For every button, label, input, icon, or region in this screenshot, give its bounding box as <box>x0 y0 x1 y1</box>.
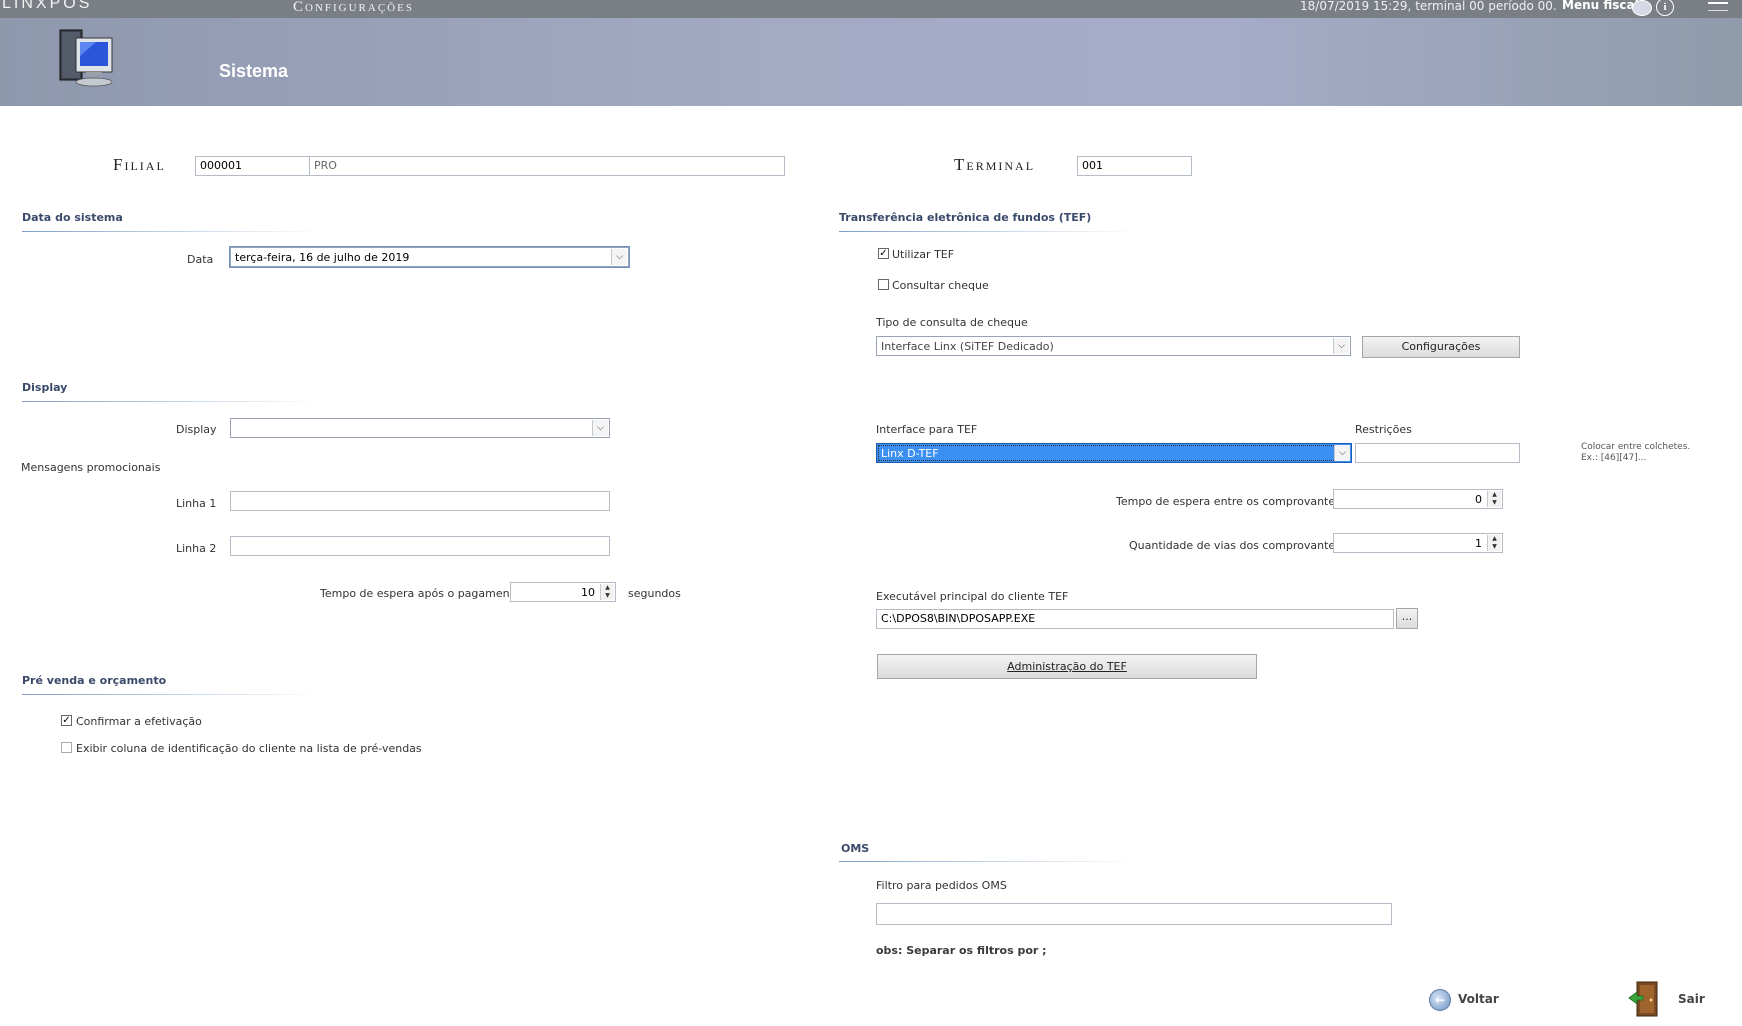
spin-up-icon[interactable]: ▲ <box>1488 491 1501 499</box>
section-display: Display <box>22 381 68 394</box>
vias-comprovantes-value: 1 <box>1475 537 1482 550</box>
section-divider <box>22 694 322 695</box>
back-arrow-icon[interactable]: ← <box>1429 989 1451 1011</box>
restricoes-label: Restrições <box>1355 423 1412 436</box>
filial-label: Filial <box>113 155 166 174</box>
filial-name-field[interactable]: PRO <box>309 156 785 176</box>
section-divider <box>22 401 322 402</box>
interface-tef-select[interactable]: Linx D-TEF ⌵ <box>876 443 1352 463</box>
data-datepicker[interactable]: terça-feira, 16 de julho de 2019 ⌵ <box>229 246 630 268</box>
mensagens-label: Mensagens promocionais <box>21 461 161 474</box>
configuracoes-button[interactable]: Configurações <box>1362 336 1520 358</box>
terminal-field[interactable]: 001 <box>1077 156 1192 176</box>
linha1-label: Linha 1 <box>176 497 217 510</box>
computer-icon <box>59 29 113 87</box>
filtro-oms-label: Filtro para pedidos OMS <box>876 879 1007 892</box>
administracao-tef-button[interactable]: Administração do TEF <box>877 654 1257 679</box>
top-bar: LINXPOS Configurações 18/07/2019 15:29, … <box>0 0 1742 18</box>
tipo-consulta-label: Tipo de consulta de cheque <box>876 316 1028 329</box>
oms-obs-text: obs: Separar os filtros por ; <box>876 944 1047 957</box>
terminal-label: Terminal <box>954 155 1036 174</box>
tempo-pagamento-stepper[interactable]: 10 ▲ ▼ <box>510 582 616 602</box>
chevron-down-icon[interactable]: ⌵ <box>611 249 627 265</box>
restricoes-hint-2: Ex.: [46][47]... <box>1581 453 1647 463</box>
browse-button[interactable]: ... <box>1396 608 1418 629</box>
spin-down-icon[interactable]: ▼ <box>601 592 614 600</box>
tempo-pagamento-value: 10 <box>581 586 595 599</box>
section-divider <box>839 861 1139 862</box>
spin-down-icon[interactable]: ▼ <box>1488 543 1501 551</box>
app-logo: LINXPOS <box>2 0 93 12</box>
display-select[interactable]: ⌵ <box>230 418 610 438</box>
exibir-coluna-checkbox[interactable] <box>61 742 72 753</box>
espera-comprovantes-label: Tempo de espera entre os comprovantes <box>1116 495 1341 508</box>
section-divider <box>839 231 1139 232</box>
spinner-buttons[interactable]: ▲ ▼ <box>1487 535 1501 551</box>
espera-comprovantes-value: 0 <box>1475 493 1482 506</box>
executavel-input[interactable]: C:\DPOS8\BIN\DPOSAPP.EXE <box>876 609 1394 629</box>
spinner-buttons[interactable]: ▲ ▼ <box>1487 491 1501 507</box>
confirmar-checkbox[interactable]: ✓ <box>61 715 72 726</box>
interface-tef-label: Interface para TEF <box>876 423 978 436</box>
section-divider <box>22 231 322 232</box>
tempo-pagamento-label: Tempo de espera após o pagamento <box>320 587 521 600</box>
data-value: terça-feira, 16 de julho de 2019 <box>235 251 410 264</box>
chat-icon[interactable] <box>1632 0 1652 16</box>
data-label: Data <box>187 253 214 266</box>
sair-button[interactable]: Sair <box>1678 992 1705 1006</box>
spinner-buttons[interactable]: ▲ ▼ <box>600 584 614 600</box>
info-icon[interactable]: i <box>1656 0 1674 16</box>
tipo-consulta-value: Interface Linx (SiTEF Dedicado) <box>881 340 1054 353</box>
utilizar-tef-checkbox[interactable]: ✓ <box>878 248 889 259</box>
filtro-oms-input[interactable] <box>876 903 1392 925</box>
consultar-cheque-checkbox[interactable] <box>878 279 889 290</box>
interface-tef-value: Linx D-TEF <box>881 447 939 460</box>
linha2-label: Linha 2 <box>176 542 217 555</box>
voltar-button[interactable]: Voltar <box>1458 992 1499 1006</box>
espera-comprovantes-stepper[interactable]: 0 ▲ ▼ <box>1333 489 1503 509</box>
consultar-cheque-label: Consultar cheque <box>892 279 989 292</box>
linha1-input[interactable] <box>230 491 610 511</box>
vias-comprovantes-stepper[interactable]: 1 ▲ ▼ <box>1333 533 1503 553</box>
filial-code-field[interactable]: 000001 <box>195 156 310 176</box>
chevron-down-icon[interactable]: ⌵ <box>1333 338 1349 354</box>
page-title: Sistema <box>219 61 289 81</box>
executavel-label: Executável principal do cliente TEF <box>876 590 1069 603</box>
window-title: Configurações <box>293 0 414 15</box>
chevron-down-icon[interactable]: ⌵ <box>1334 445 1350 461</box>
exibir-coluna-label: Exibir coluna de identificação do client… <box>76 742 422 755</box>
menu-fiscal-link[interactable]: Menu fiscal <box>1562 0 1639 12</box>
utilizar-tef-label: Utilizar TEF <box>892 248 955 261</box>
status-text: 18/07/2019 15:29, terminal 00 período 00… <box>1300 0 1557 13</box>
section-tef: Transferência eletrônica de fundos (TEF) <box>839 211 1092 224</box>
confirmar-label: Confirmar a efetivação <box>76 715 202 728</box>
spin-down-icon[interactable]: ▼ <box>1488 499 1501 507</box>
restricoes-input[interactable] <box>1355 443 1520 463</box>
segundos-label: segundos <box>628 587 681 600</box>
section-data-sistema: Data do sistema <box>22 211 123 224</box>
spin-up-icon[interactable]: ▲ <box>1488 535 1501 543</box>
minimize-icon[interactable] <box>1708 2 1728 11</box>
page-header: Sistema <box>0 18 1742 106</box>
display-label: Display <box>176 423 217 436</box>
tipo-consulta-select[interactable]: Interface Linx (SiTEF Dedicado) ⌵ <box>876 336 1351 356</box>
restricoes-hint-1: Colocar entre colchetes. <box>1581 442 1691 452</box>
section-oms: OMS <box>841 842 870 855</box>
section-prevenda: Pré venda e orçamento <box>22 674 167 687</box>
spin-up-icon[interactable]: ▲ <box>601 584 614 592</box>
chevron-down-icon[interactable]: ⌵ <box>592 420 608 436</box>
door-exit-icon[interactable] <box>1627 980 1661 1018</box>
vias-comprovantes-label: Quantidade de vias dos comprovantes <box>1129 539 1341 552</box>
linha2-input[interactable] <box>230 536 610 556</box>
